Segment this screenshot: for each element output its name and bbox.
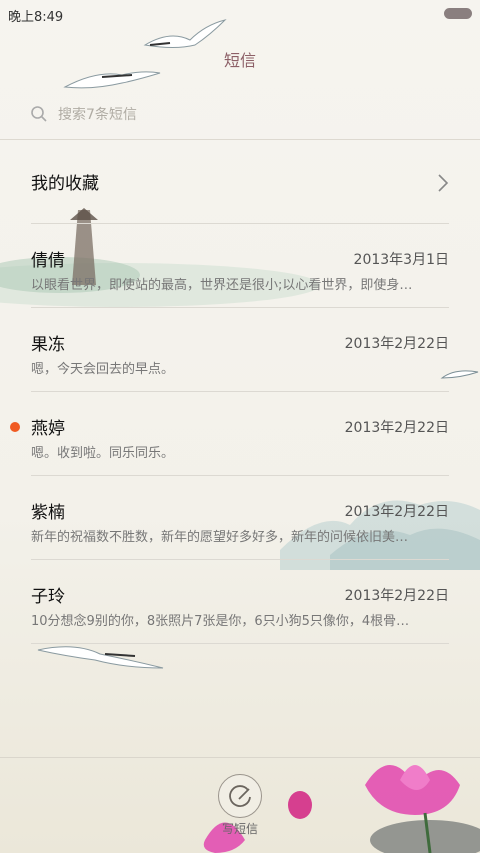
message-date: 2013年2月22日 (344, 420, 449, 436)
battery-icon (444, 8, 472, 19)
contact-name: 子玲 (31, 587, 65, 607)
compose-button[interactable] (218, 774, 262, 818)
message-preview: 嗯，今天会回去的早点。 (31, 362, 175, 377)
conversation-item[interactable]: 紫楠 2013年2月22日 新年的祝福数不胜数，新年的愿望好多好多，新年的问候依… (31, 476, 449, 560)
conversation-item[interactable]: 燕婷 2013年2月22日 嗯。收到啦。同乐同乐。 (10, 392, 449, 476)
crane-bottom-decoration (37, 646, 164, 669)
compose-label: 写短信 (221, 822, 258, 836)
message-preview: 嗯。收到啦。同乐同乐。 (31, 446, 175, 461)
contact-name: 倩倩 (31, 251, 65, 271)
compose-icon (229, 785, 251, 807)
contact-name: 燕婷 (31, 419, 65, 439)
search-input[interactable]: 搜索7条短信 (30, 101, 450, 127)
bottom-bar: 写短信 (0, 757, 480, 853)
search-placeholder: 搜索7条短信 (58, 107, 137, 123)
message-date: 2013年2月22日 (344, 504, 449, 520)
message-preview: 以眼看世界，即使站的最高，世界还是很小;以心看世界，即使身… (31, 278, 413, 293)
page-title: 短信 (223, 51, 256, 70)
conversation-list: 我的收藏 倩倩 2013年3月1日 以眼看世界，即使站的最高，世界还是很小;以心… (0, 140, 480, 644)
contact-name: 果冻 (31, 335, 65, 355)
status-time: 晚上8:49 (8, 10, 64, 25)
message-preview: 10分想念9别的你，8张照片7张是你，6只小狗5只像你，4根骨… (31, 614, 410, 629)
message-date: 2013年3月1日 (353, 252, 449, 268)
conversation-item[interactable]: 子玲 2013年2月22日 10分想念9别的你，8张照片7张是你，6只小狗5只像… (31, 560, 449, 644)
conversation-item[interactable]: 倩倩 2013年3月1日 以眼看世界，即使站的最高，世界还是很小;以心看世界，即… (31, 224, 449, 308)
favorites-row[interactable]: 我的收藏 (31, 140, 449, 224)
chevron-right-icon (438, 174, 449, 192)
conversation-item[interactable]: 果冻 2013年2月22日 嗯，今天会回去的早点。 (31, 308, 449, 392)
favorites-label: 我的收藏 (31, 174, 99, 194)
status-bar: 晚上8:49 (0, 0, 480, 28)
message-date: 2013年2月22日 (344, 336, 449, 352)
contact-name: 紫楠 (31, 503, 65, 523)
search-icon (31, 106, 47, 122)
message-preview: 新年的祝福数不胜数，新年的愿望好多好多，新年的问候依旧美… (31, 530, 409, 545)
message-date: 2013年2月22日 (344, 588, 449, 604)
unread-indicator (10, 422, 20, 432)
